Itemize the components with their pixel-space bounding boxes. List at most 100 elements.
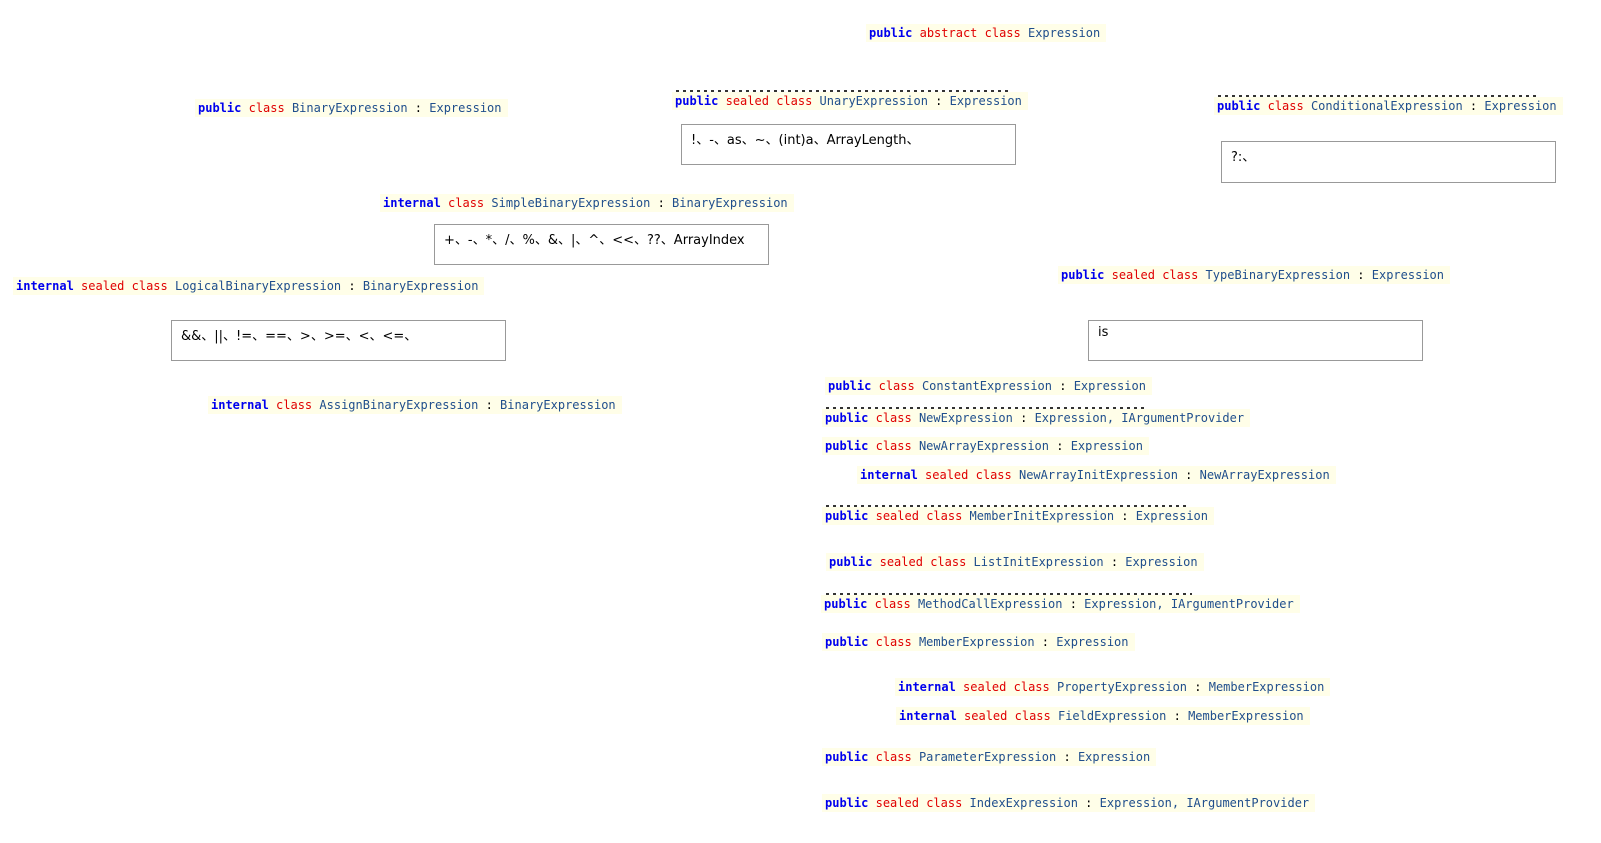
class-keyword: class <box>926 796 963 810</box>
public-keyword: public <box>1217 99 1261 113</box>
base-type: BinaryExpression <box>500 398 616 412</box>
base-type: Expression, IArgumentProvider <box>1034 411 1245 425</box>
node-binary-expression: public class BinaryExpression : Expressi… <box>195 99 508 117</box>
base-type: Expression <box>1077 750 1151 764</box>
class-name: BinaryExpression <box>291 101 408 115</box>
inheritance-colon: : <box>1194 680 1202 694</box>
internal-keyword: internal <box>16 279 74 293</box>
base-type: Expression, IArgumentProvider <box>1084 597 1294 611</box>
class-name: PropertyExpression <box>1056 680 1188 694</box>
base-type: Expression <box>1056 635 1129 649</box>
node-member-init-expression: public sealed class MemberInitExpression… <box>822 507 1214 525</box>
class-name: IndexExpression <box>969 796 1078 810</box>
inheritance-colon: : <box>657 196 665 210</box>
base-type: Expression <box>949 94 1022 108</box>
inheritance-colon: : <box>1110 555 1119 569</box>
node-new-array-expression: public class NewArrayExpression : Expres… <box>822 437 1149 455</box>
class-name: UnaryExpression <box>819 94 928 108</box>
class-keyword: class <box>875 439 912 453</box>
inheritance-colon: : <box>1069 597 1077 611</box>
public-keyword: public <box>869 26 913 40</box>
class-keyword: class <box>984 26 1021 40</box>
sealed-keyword: sealed <box>963 680 1007 694</box>
inheritance-colon: : <box>1173 709 1181 723</box>
inheritance-colon: : <box>348 279 356 293</box>
class-name: ConditionalExpression <box>1310 99 1463 113</box>
node-constant-expression: public class ConstantExpression : Expres… <box>825 377 1152 395</box>
public-keyword: public <box>675 94 719 108</box>
conditional-operators-box: ?:、 <box>1221 141 1556 183</box>
class-keyword: class <box>874 597 911 611</box>
inheritance-colon: : <box>935 94 943 108</box>
public-keyword: public <box>829 555 873 569</box>
internal-keyword: internal <box>898 680 956 694</box>
class-keyword: class <box>1014 709 1051 723</box>
inheritance-colon: : <box>1121 509 1129 523</box>
node-method-call-expression: public class MethodCallExpression : Expr… <box>821 595 1300 613</box>
class-keyword: class <box>776 94 813 108</box>
node-new-expression: public class NewExpression : Expression,… <box>822 409 1251 427</box>
base-type: MemberExpression <box>1188 709 1304 723</box>
sealed-keyword: sealed <box>1111 268 1155 282</box>
sealed-keyword: sealed <box>964 709 1008 723</box>
class-name: NewExpression <box>918 411 1013 425</box>
class-keyword: class <box>1013 680 1050 694</box>
base-type: Expression <box>429 101 502 115</box>
inheritance-colon: : <box>1041 635 1050 649</box>
sealed-keyword: sealed <box>875 796 919 810</box>
class-name: Expression <box>1027 26 1101 40</box>
class-keyword: class <box>926 509 963 523</box>
base-type: BinaryExpression <box>362 279 479 293</box>
node-parameter-expression: public class ParameterExpression : Expre… <box>822 748 1157 766</box>
node-conditional-expression: public class ConditionalExpression : Exp… <box>1214 97 1563 115</box>
sealed-keyword: sealed <box>879 555 923 569</box>
abstract-keyword: abstract <box>919 26 978 40</box>
class-keyword: class <box>1267 99 1304 113</box>
public-keyword: public <box>828 379 872 393</box>
class-keyword: class <box>878 379 915 393</box>
public-keyword: public <box>824 597 868 611</box>
inheritance-colon: : <box>1063 750 1071 764</box>
class-keyword: class <box>930 555 967 569</box>
class-name: MemberExpression <box>918 635 1035 649</box>
inheritance-colon: : <box>1185 468 1193 482</box>
public-keyword: public <box>825 439 869 453</box>
inheritance-colon: : <box>1469 99 1478 113</box>
simple-binary-operators-box: +、-、*、/、%、&、|、^、<<、??、ArrayIndex <box>434 224 769 265</box>
class-name: MethodCallExpression <box>917 597 1063 611</box>
sealed-keyword: sealed <box>81 279 125 293</box>
node-type-binary-expression: public sealed class TypeBinaryExpression… <box>1058 266 1450 284</box>
public-keyword: public <box>825 411 869 425</box>
public-keyword: public <box>1061 268 1105 282</box>
class-name: LogicalBinaryExpression <box>174 279 342 293</box>
class-hierarchy-diagram: public abstract class Expression public … <box>0 0 1601 843</box>
node-property-expression: internal sealed class PropertyExpression… <box>895 678 1331 696</box>
node-simple-binary-expression: internal class SimpleBinaryExpression : … <box>380 194 794 212</box>
sealed-keyword: sealed <box>725 94 769 108</box>
base-type: Expression <box>1371 268 1444 282</box>
base-type: Expression, IArgumentProvider <box>1099 796 1310 810</box>
base-type: Expression <box>1135 509 1208 523</box>
inheritance-colon: : <box>1085 796 1093 810</box>
class-name: ParameterExpression <box>918 750 1057 764</box>
inheritance-colon: : <box>1056 439 1064 453</box>
public-keyword: public <box>825 750 869 764</box>
base-type: MemberExpression <box>1208 680 1325 694</box>
internal-keyword: internal <box>383 196 441 210</box>
class-keyword: class <box>448 196 485 210</box>
public-keyword: public <box>825 635 869 649</box>
sealed-keyword: sealed <box>925 468 969 482</box>
class-keyword: class <box>875 750 912 764</box>
class-name: FieldExpression <box>1057 709 1167 723</box>
class-keyword: class <box>875 411 912 425</box>
inheritance-colon: : <box>414 101 423 115</box>
class-name: NewArrayInitExpression <box>1018 468 1178 482</box>
inheritance-colon: : <box>1357 268 1365 282</box>
public-keyword: public <box>198 101 242 115</box>
unary-operators-box: !、-、as、~、(int)a、ArrayLength、 <box>681 124 1016 165</box>
base-type: Expression <box>1484 99 1557 113</box>
node-expression: public abstract class Expression <box>866 24 1107 42</box>
inheritance-colon: : <box>1020 411 1028 425</box>
inheritance-colon: : <box>485 398 493 412</box>
node-new-array-init-expression: internal sealed class NewArrayInitExpres… <box>857 466 1336 484</box>
